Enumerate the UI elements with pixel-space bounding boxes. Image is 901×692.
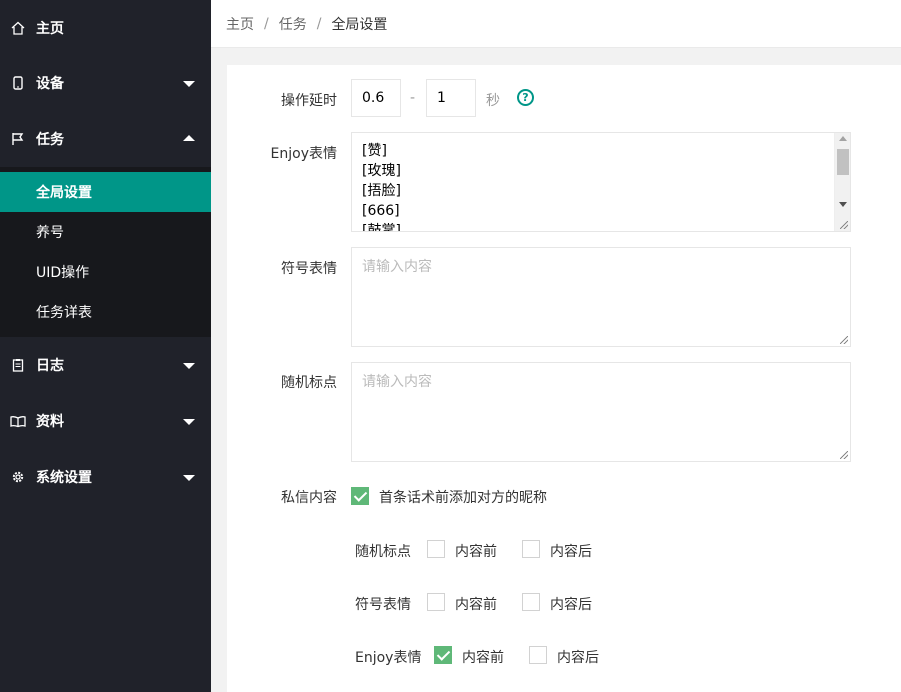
- row-label: 符号表情: [355, 597, 411, 613]
- device-icon: [10, 75, 26, 91]
- help-icon[interactable]: ?: [517, 89, 534, 106]
- sidebar-item-uid-ops[interactable]: UID操作: [0, 252, 211, 292]
- placeholder-text: 请输入内容: [362, 259, 432, 275]
- sub-item-label: 养号: [36, 225, 64, 241]
- symbol-textarea[interactable]: 请输入内容: [351, 247, 851, 347]
- scrollbar[interactable]: [834, 133, 850, 231]
- row-label: 随机标点: [355, 544, 411, 560]
- resize-handle-icon[interactable]: [840, 336, 848, 344]
- breadcrumb: 主页 / 任务 / 全局设置: [211, 0, 901, 48]
- range-dash: -: [410, 90, 416, 106]
- delay-unit: 秒: [486, 93, 500, 109]
- nav-item-task[interactable]: 任务: [0, 111, 211, 167]
- scroll-up-icon[interactable]: [839, 136, 847, 141]
- enjoy-line: [鼓掌]: [362, 223, 401, 232]
- breadcrumb-separator: /: [264, 15, 269, 32]
- delay-label: 操作延时: [281, 93, 337, 109]
- resize-handle-icon[interactable]: [840, 451, 848, 459]
- nav-label: 设备: [36, 76, 64, 92]
- chevron-down-icon: [183, 419, 195, 425]
- scroll-thumb[interactable]: [837, 149, 849, 175]
- delay-max-input[interactable]: 1: [426, 79, 476, 117]
- enjoy-line: [捂脸]: [362, 183, 401, 199]
- nav-label: 日志: [36, 358, 64, 374]
- checkbox-label: 内容后: [550, 544, 592, 560]
- delay-min-input[interactable]: 0.6: [351, 79, 401, 117]
- breadcrumb-home[interactable]: 主页: [226, 14, 254, 34]
- symbol-label: 符号表情: [281, 261, 337, 277]
- sidebar-item-global-settings[interactable]: 全局设置: [0, 172, 211, 212]
- enjoy-label: Enjoy表情: [270, 146, 337, 162]
- scroll-down-icon[interactable]: [839, 202, 847, 207]
- flag-icon: [10, 131, 26, 147]
- punct-before-checkbox[interactable]: [427, 540, 445, 558]
- checkbox-label: 内容后: [557, 650, 599, 666]
- checkbox-label: 内容前: [462, 650, 504, 666]
- settings-form: 操作延时 0.6 - 1 秒 ? Enjoy表情 [赞] [玫瑰] [捂脸] […: [227, 65, 901, 692]
- nav-label: 资料: [36, 414, 64, 430]
- resize-handle-icon[interactable]: [840, 221, 848, 229]
- breadcrumb-separator: /: [316, 15, 322, 32]
- chevron-down-icon: [183, 81, 195, 87]
- punct-after-checkbox[interactable]: [522, 540, 540, 558]
- breadcrumb-task[interactable]: 任务: [279, 14, 307, 34]
- placeholder-text: 请输入内容: [362, 374, 432, 390]
- chevron-down-icon: [183, 475, 195, 481]
- clipboard-icon: [10, 357, 26, 373]
- enjoy-after-checkbox[interactable]: [529, 646, 547, 664]
- nav-item-home[interactable]: 主页: [0, 0, 211, 56]
- task-subnav: 全局设置 养号 UID操作 任务详表: [0, 167, 211, 337]
- nav-label: 系统设置: [36, 470, 92, 486]
- nav-item-device[interactable]: 设备: [0, 55, 211, 111]
- book-icon: [10, 413, 26, 429]
- sub-item-label: 任务详表: [36, 305, 92, 321]
- nav-item-log[interactable]: 日志: [0, 337, 211, 393]
- enjoy-line: [666]: [362, 203, 400, 219]
- row-label: Enjoy表情: [355, 650, 422, 666]
- home-icon: [10, 20, 26, 36]
- breadcrumb-current: 全局设置: [331, 16, 388, 33]
- checkbox-label: 内容后: [550, 597, 592, 613]
- sidebar-item-nurture[interactable]: 养号: [0, 212, 211, 252]
- chevron-up-icon: [183, 135, 195, 141]
- dm-label: 私信内容: [281, 490, 337, 506]
- nav-item-system-settings[interactable]: 系统设置: [0, 449, 211, 505]
- symbol-after-checkbox[interactable]: [522, 593, 540, 611]
- nav-label: 任务: [36, 132, 64, 148]
- nickname-checkbox[interactable]: [351, 487, 369, 505]
- nickname-checkbox-label: 首条话术前添加对方的昵称: [379, 490, 547, 506]
- enjoy-textarea[interactable]: [赞] [玫瑰] [捂脸] [666] [鼓掌]: [351, 132, 851, 232]
- symbol-before-checkbox[interactable]: [427, 593, 445, 611]
- sidebar-item-task-details[interactable]: 任务详表: [0, 292, 211, 332]
- nav-label: 主页: [36, 21, 64, 37]
- punct-textarea[interactable]: 请输入内容: [351, 362, 851, 462]
- gear-icon: [10, 469, 26, 485]
- punct-label: 随机标点: [281, 375, 337, 391]
- enjoy-line: [赞]: [362, 143, 387, 159]
- nav-item-materials[interactable]: 资料: [0, 393, 211, 449]
- sub-item-label: 全局设置: [36, 185, 92, 201]
- checkbox-label: 内容前: [455, 597, 497, 613]
- sidebar: 主页 设备 任务 全局设置 养号 UID操作 任务详表 日志 资料 系统设置: [0, 0, 211, 692]
- sub-item-label: UID操作: [36, 265, 90, 281]
- chevron-down-icon: [183, 363, 195, 369]
- enjoy-line: [玫瑰]: [362, 163, 401, 179]
- enjoy-before-checkbox[interactable]: [434, 646, 452, 664]
- checkbox-label: 内容前: [455, 544, 497, 560]
